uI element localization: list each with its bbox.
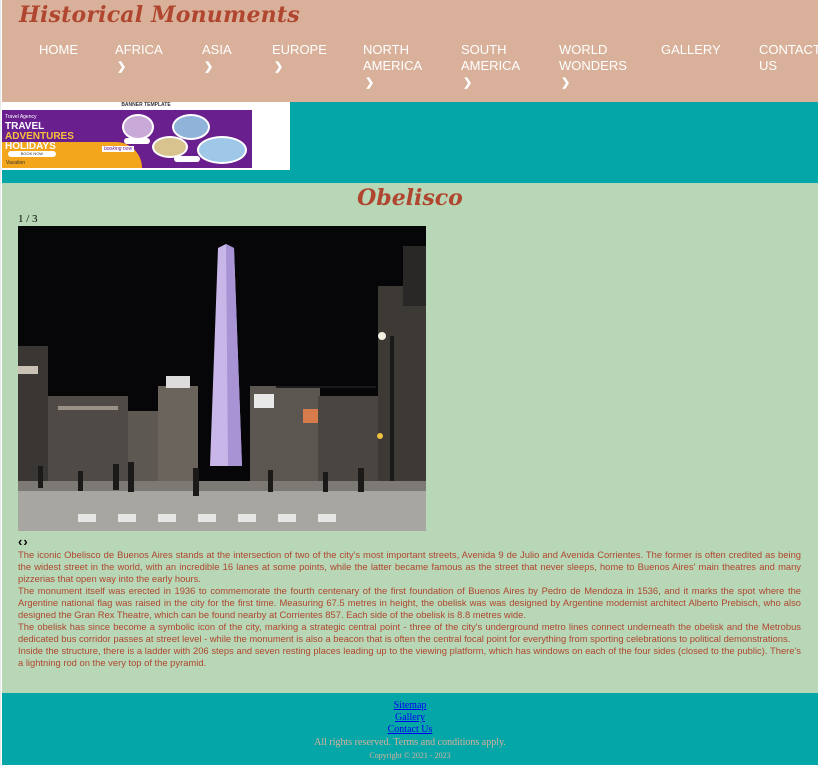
banner-strip: BANNER TEMPLATE Travel Agency TRAVEL ADV… (2, 102, 818, 183)
description-paragraph: The obelisk has since become a symbolic … (18, 621, 801, 644)
slide-counter: 1 / 3 (18, 213, 38, 225)
chevron-right-icon[interactable]: ❯ (559, 75, 627, 91)
banner-photo-circle (152, 136, 188, 158)
nav-item-contact-us[interactable]: CONTACT US (759, 42, 819, 74)
chevron-right-icon[interactable]: ❯ (115, 59, 163, 75)
banner-top-text: BANNER TEMPLATE (121, 102, 171, 108)
nav-label: US (759, 58, 778, 73)
nav-label: HOME (39, 42, 78, 57)
nav-label: NORTH (363, 42, 409, 57)
main-nav: HOME AFRICA ❯ ASIA ❯ EUROPE ❯ NORTH AMER… (2, 42, 819, 100)
nav-item-home[interactable]: HOME (39, 42, 78, 58)
description-paragraph: The iconic Obelisco de Buenos Aires stan… (18, 549, 801, 584)
nav-item-europe[interactable]: EUROPE ❯ (272, 42, 327, 75)
nav-label: WORLD (559, 42, 608, 57)
description-paragraph: The monument itself was erected in 1936 … (18, 585, 801, 620)
obelisk-night-photo (18, 226, 426, 531)
nav-label: CONTACT (759, 42, 819, 57)
page-title: Obelisco (357, 185, 463, 211)
footer-link-gallery[interactable]: Gallery (2, 712, 818, 724)
monument-description: The iconic Obelisco de Buenos Aires stan… (18, 549, 801, 669)
footer-copyright: Copyright © 2021 - 2023 (369, 751, 451, 760)
footer-link-contact-us[interactable]: Contact Us (2, 724, 818, 736)
chevron-right-icon[interactable]: › (23, 534, 28, 549)
nav-item-gallery[interactable]: GALLERY (661, 42, 721, 58)
site-footer: Sitemap Gallery Contact Us All rights re… (2, 693, 818, 765)
site-header: Historical Monuments HOME AFRICA ❯ ASIA … (2, 0, 819, 102)
nav-label: ASIA (202, 42, 232, 57)
chevron-right-icon[interactable]: ❯ (202, 59, 232, 75)
nav-label: AMERICA (363, 58, 423, 73)
description-paragraph: Inside the structure, there is a ladder … (18, 645, 801, 668)
main-content: Obelisco 1 / 3 ‹› The iconic Obelisco de… (2, 183, 818, 693)
banner-headline: TRAVEL ADVENTURES HOLIDAYS (5, 122, 74, 152)
page: Historical Monuments HOME AFRICA ❯ ASIA … (0, 0, 819, 765)
site-title[interactable]: Historical Monuments (19, 0, 300, 30)
travel-banner-ad[interactable]: BANNER TEMPLATE Travel Agency TRAVEL ADV… (2, 102, 290, 170)
banner-bottom-text: Vacation (6, 160, 26, 166)
nav-item-world-wonders[interactable]: WORLD WONDERS ❯ (559, 42, 627, 91)
banner-photo-circle (197, 136, 247, 164)
chevron-right-icon[interactable]: ❯ (461, 75, 520, 91)
banner-pill (124, 138, 150, 144)
nav-item-north-america[interactable]: NORTH AMERICA ❯ (363, 42, 422, 91)
banner-photo-circle (122, 114, 154, 140)
banner-small-text: Travel Agency (5, 114, 37, 120)
nav-label: GALLERY (661, 42, 721, 57)
slideshow-image[interactable] (18, 226, 426, 531)
chevron-right-icon[interactable]: ❯ (363, 75, 422, 91)
banner-script-text: booking now (102, 146, 135, 152)
nav-label: AMERICA (461, 58, 521, 73)
nav-label: EUROPE (272, 42, 327, 57)
nav-item-africa[interactable]: AFRICA ❯ (115, 42, 163, 75)
footer-rights-text: All rights reserved. Terms and condition… (314, 737, 506, 748)
banner-book-button: BOOK NOW (8, 151, 56, 157)
banner-pill (174, 156, 200, 162)
nav-label: WONDERS (559, 58, 627, 73)
nav-item-south-america[interactable]: SOUTH AMERICA ❯ (461, 42, 520, 91)
footer-link-sitemap[interactable]: Sitemap (2, 700, 818, 712)
nav-item-asia[interactable]: ASIA ❯ (202, 42, 232, 75)
nav-label: SOUTH (461, 42, 507, 57)
slideshow-controls: ‹› (18, 534, 29, 549)
nav-label: AFRICA (115, 42, 163, 57)
chevron-right-icon[interactable]: ❯ (272, 59, 327, 75)
